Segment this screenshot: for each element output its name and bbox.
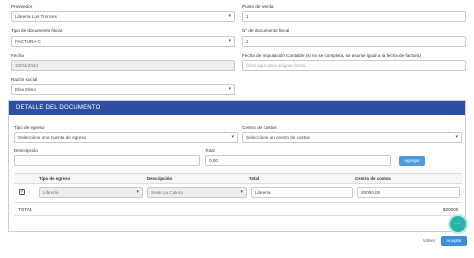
agregar-button[interactable]: Agregar: [399, 156, 425, 166]
descripcion-label: Descripción: [14, 148, 38, 153]
tipo-egreso-select[interactable]: Seleccione una cuenta de egreso: [14, 132, 238, 143]
centro-costos-label: Centro de costos: [242, 125, 277, 130]
row-total-input[interactable]: Librería: [251, 187, 353, 198]
table-row: ✓ Librería Sede La Calera Librería 20000…: [14, 185, 462, 201]
proveedor-label: Proveedor: [11, 4, 33, 9]
nro-doc-input[interactable]: 1: [242, 36, 466, 47]
total-label: Total: [205, 148, 215, 153]
tipo-egreso-label: Tipo de egreso: [14, 125, 45, 130]
detalle-header: DETALLE DEL DOCUMENTO: [9, 101, 465, 115]
razon-social-label: Razón social: [11, 77, 38, 82]
th-total: Total: [249, 176, 260, 181]
row-tipo-select[interactable]: Librería: [39, 187, 143, 198]
total-input[interactable]: 0,00: [205, 155, 391, 166]
table-header: [14, 173, 462, 184]
row-divider: [14, 202, 462, 203]
th-descripcion: Descripción: [147, 176, 173, 181]
th-tipo-egreso: Tipo de egreso: [39, 176, 71, 181]
detalle-panel: DETALLE DEL DOCUMENTO Tipo de egreso Sel…: [8, 100, 466, 232]
razon-social-select[interactable]: Elsa Dimo: [11, 84, 235, 95]
aceptar-button[interactable]: Aceptar: [441, 236, 467, 246]
row-descripcion-select[interactable]: Sede La Calera: [147, 187, 247, 198]
volver-button[interactable]: Volver: [419, 236, 439, 246]
proveedor-select[interactable]: Librería Los Tronces: [11, 11, 235, 22]
th-centro-costos: Centro de costos: [355, 176, 391, 181]
row-checkbox[interactable]: ✓: [19, 189, 25, 195]
chat-dots-icon: ···: [454, 221, 462, 227]
centro-costos-select[interactable]: Seleccione un centro de costos: [242, 132, 462, 143]
tipo-doc-select[interactable]: FACTURA C: [11, 36, 235, 47]
tipo-doc-label: Tipo de documento fiscal: [11, 28, 62, 33]
fecha-label: Fecha: [11, 53, 24, 58]
fecha-imputacion-input[interactable]: Click aquí para asignar fecha: [242, 60, 466, 71]
descripcion-input[interactable]: [14, 155, 200, 166]
fecha-imputacion-label: Fecha de Imputación Contable (si no se c…: [242, 53, 422, 58]
total-divider: [14, 215, 462, 216]
nro-doc-label: N° de documento fiscal: [242, 28, 290, 33]
table-total-label: TOTAL: [18, 207, 33, 212]
table-total-value: $20000: [443, 207, 459, 212]
fecha-input: 10/04/2024: [11, 60, 235, 71]
checkmark-icon: ✓: [20, 189, 25, 195]
punto-venta-label: Punto de Venta: [242, 4, 274, 9]
punto-venta-input[interactable]: 1: [242, 11, 466, 22]
row-centro-input[interactable]: 20000,00: [357, 187, 460, 198]
chat-button[interactable]: ···: [448, 214, 468, 234]
